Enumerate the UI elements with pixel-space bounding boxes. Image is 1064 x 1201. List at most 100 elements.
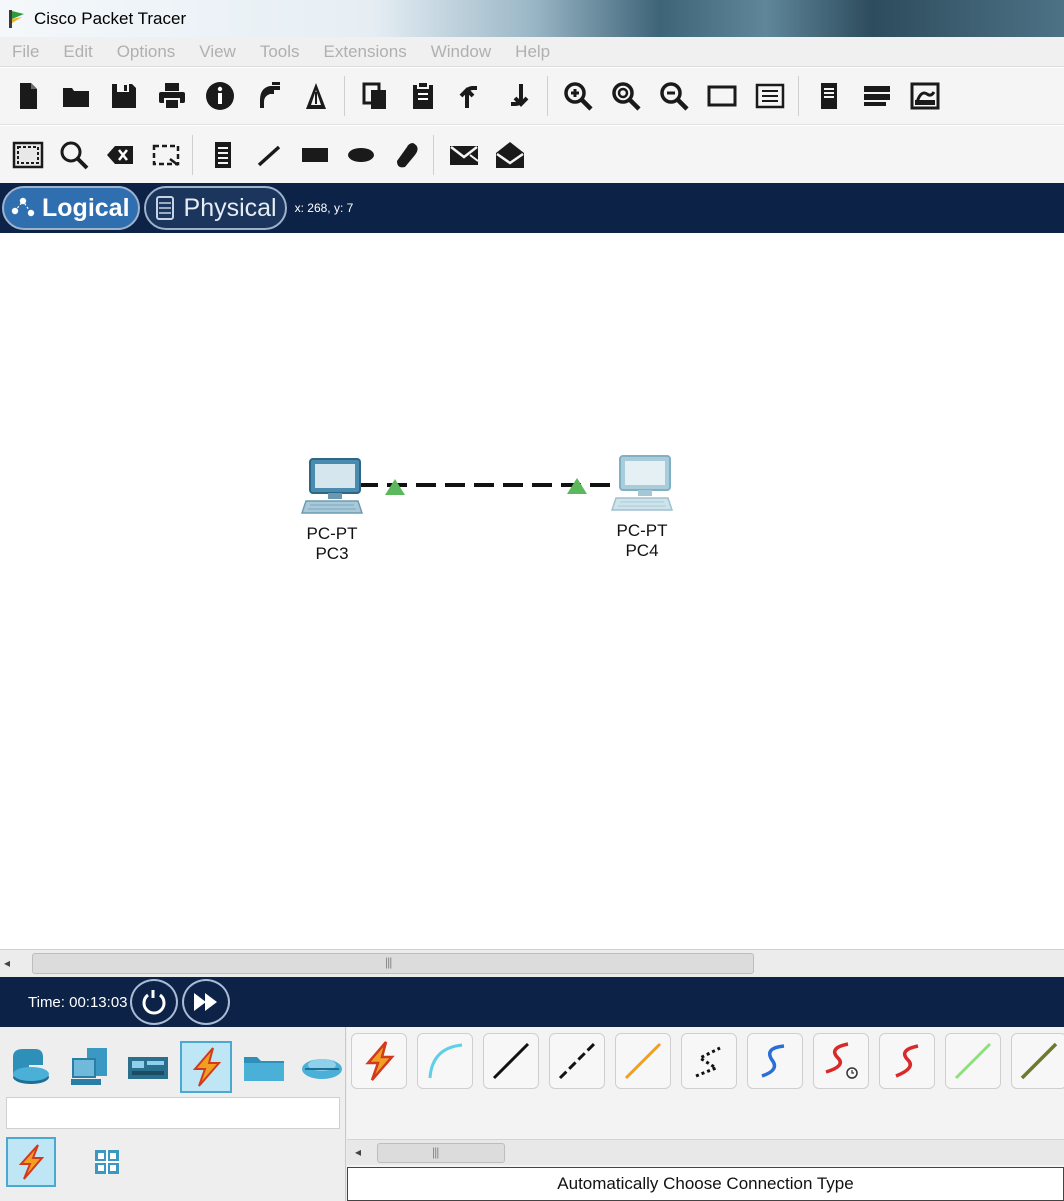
device-model-label: PC-PT: [616, 521, 668, 540]
zoom-out-icon[interactable]: [654, 76, 694, 116]
draw-rectangle-icon[interactable]: [295, 135, 335, 175]
scrollbar-thumb[interactable]: |||: [32, 953, 754, 974]
drawing-palette-icon[interactable]: [702, 76, 742, 116]
activity-wizard-icon[interactable]: [248, 76, 288, 116]
power-cycle-icon: [142, 990, 165, 1015]
miscellaneous-icon[interactable]: [238, 1041, 290, 1093]
connections-icon[interactable]: [180, 1041, 232, 1093]
save-icon[interactable]: [104, 76, 144, 116]
network-link[interactable]: [0, 233, 1064, 949]
menu-file[interactable]: File: [12, 42, 39, 62]
pc-icon: [300, 458, 364, 514]
simulation-time: Time: 00:13:03: [28, 993, 128, 1011]
scroll-left-icon[interactable]: ◂: [4, 956, 10, 970]
delete-icon[interactable]: [100, 135, 140, 175]
draw-line-icon[interactable]: [249, 135, 289, 175]
cursor-coordinates: x: 268, y: 7: [294, 201, 354, 215]
end-devices-icon[interactable]: [64, 1041, 116, 1093]
network-devices-icon[interactable]: [6, 1041, 58, 1093]
viewport-icon[interactable]: [809, 76, 849, 116]
octal-cable-icon[interactable]: [945, 1033, 1001, 1089]
print-icon[interactable]: [152, 76, 192, 116]
zoom-reset-icon[interactable]: [606, 76, 646, 116]
custom-devices-icon[interactable]: [750, 76, 790, 116]
scroll-left-icon[interactable]: ◂: [355, 1145, 361, 1159]
device-selection-panel: ◂ ||| Automatically Choose Connection Ty…: [0, 1027, 1064, 1201]
screenshot-icon[interactable]: [905, 76, 945, 116]
add-simple-pdu-icon[interactable]: [444, 135, 484, 175]
grid-icon[interactable]: [82, 1137, 132, 1187]
cluster-icon[interactable]: [857, 76, 897, 116]
device-search-field[interactable]: [6, 1097, 340, 1129]
fiber-icon[interactable]: [615, 1033, 671, 1089]
logical-network-icon: [11, 197, 35, 217]
scroll-grip-icon: |||: [385, 955, 392, 969]
multiuser-icon[interactable]: [296, 1041, 348, 1093]
menu-extensions[interactable]: Extensions: [324, 42, 407, 62]
paste-icon[interactable]: [403, 76, 443, 116]
fast-forward-icon: [193, 993, 217, 1011]
inspect-icon[interactable]: [54, 135, 94, 175]
title-bar: Cisco Packet Tracer: [0, 0, 1064, 37]
device-pc3[interactable]: PC-PT PC3: [287, 457, 377, 564]
device-name-label: PC4: [625, 541, 659, 560]
device-category-panel: [0, 1027, 346, 1201]
new-file-icon[interactable]: [8, 76, 48, 116]
workspace-bar: Logical Physical x: 268, y: 7: [0, 183, 1064, 233]
phone-cable-icon[interactable]: [681, 1033, 737, 1089]
automatic-connection-icon[interactable]: [351, 1033, 407, 1089]
tab-physical-label: Physical: [183, 193, 277, 222]
zoom-in-icon[interactable]: [558, 76, 598, 116]
select-icon[interactable]: [8, 135, 48, 175]
menu-window[interactable]: Window: [431, 42, 491, 62]
toolbar-separator: [798, 76, 799, 116]
info-icon[interactable]: [200, 76, 240, 116]
freeform-icon[interactable]: [387, 135, 427, 175]
copper-cross-over-icon[interactable]: [549, 1033, 605, 1089]
pdu-icon[interactable]: [296, 76, 336, 116]
connection-scrollbar[interactable]: ◂ |||: [347, 1139, 1064, 1165]
place-note-icon[interactable]: [203, 135, 243, 175]
add-complex-pdu-icon[interactable]: [490, 135, 530, 175]
open-folder-icon[interactable]: [56, 76, 96, 116]
menu-edit[interactable]: Edit: [63, 42, 92, 62]
canvas-horizontal-scrollbar[interactable]: ◂ |||: [0, 949, 1064, 977]
menu-tools[interactable]: Tools: [260, 42, 300, 62]
tab-logical[interactable]: Logical: [2, 186, 140, 230]
serial-dce-icon[interactable]: [813, 1033, 869, 1089]
toolbar-separator: [433, 134, 434, 175]
iot-custom-cable-icon[interactable]: [1011, 1033, 1064, 1089]
fast-forward-button[interactable]: [181, 979, 230, 1025]
components-icon[interactable]: [122, 1041, 174, 1093]
scroll-grip-icon: |||: [432, 1145, 439, 1159]
tools-toolbar: [0, 126, 1064, 183]
connection-type-description: Automatically Choose Connection Type: [347, 1167, 1064, 1201]
redo-icon[interactable]: [499, 76, 539, 116]
undo-icon[interactable]: [451, 76, 491, 116]
connections-subcategory-icon[interactable]: [6, 1137, 56, 1187]
device-pc4[interactable]: PC-PT PC4: [597, 454, 687, 561]
time-bar: Time: 00:13:03: [0, 977, 1064, 1027]
toolbar-separator: [547, 76, 548, 116]
window-title: Cisco Packet Tracer: [34, 8, 187, 28]
menu-view[interactable]: View: [199, 42, 236, 62]
menu-help[interactable]: Help: [515, 42, 550, 62]
device-model-label: PC-PT: [306, 524, 358, 543]
menu-options[interactable]: Options: [117, 42, 176, 62]
subcategory-row: [6, 1137, 158, 1187]
resize-shape-icon[interactable]: [146, 135, 186, 175]
scrollbar-thumb[interactable]: |||: [377, 1143, 505, 1163]
copper-straight-through-icon[interactable]: [483, 1033, 539, 1089]
connection-type-row: [351, 1033, 1064, 1089]
power-cycle-button[interactable]: [129, 979, 178, 1025]
physical-rack-icon: [155, 196, 174, 220]
tab-physical[interactable]: Physical: [143, 186, 287, 230]
draw-ellipse-icon[interactable]: [341, 135, 381, 175]
serial-dte-icon[interactable]: [879, 1033, 935, 1089]
main-toolbar: [0, 68, 1064, 125]
copy-icon[interactable]: [355, 76, 395, 116]
console-cable-icon[interactable]: [417, 1033, 473, 1089]
packet-tracer-logo-icon: [9, 9, 24, 28]
logical-workspace-canvas[interactable]: PC-PT PC3 PC-PT PC4: [0, 233, 1064, 949]
coaxial-icon[interactable]: [747, 1033, 803, 1089]
